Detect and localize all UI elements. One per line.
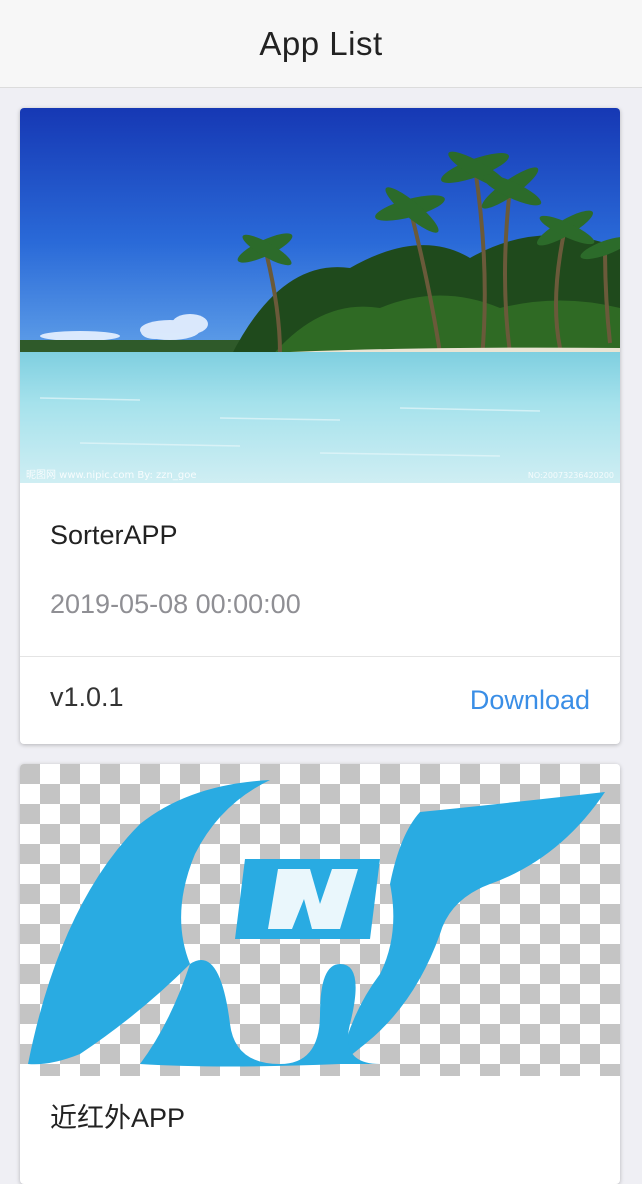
app-image-beach: 昵图网 www.nipic.com By: zzn_goe NO:2007323… [20,108,620,483]
app-name: SorterAPP [50,520,178,550]
download-button[interactable]: Download [470,685,590,716]
app-version: v1.0.1 [50,682,124,712]
image-watermark-left: 昵图网 www.nipic.com By: zzn_goe [26,469,196,481]
app-name: 近红外APP [50,1103,186,1133]
card-footer: v1.0.1 Download [20,656,620,744]
app-date: 2019-05-08 00:00:00 [50,589,301,619]
navigation-bar: App List [0,0,642,88]
image-watermark-right: NO:20073236420200 [528,471,614,480]
app-card: 昵图网 www.nipic.com By: zzn_goe NO:2007323… [20,108,620,744]
page-title: App List [259,24,383,62]
app-card: 近红外APP [20,764,620,1184]
app-image-logo [20,764,620,1076]
